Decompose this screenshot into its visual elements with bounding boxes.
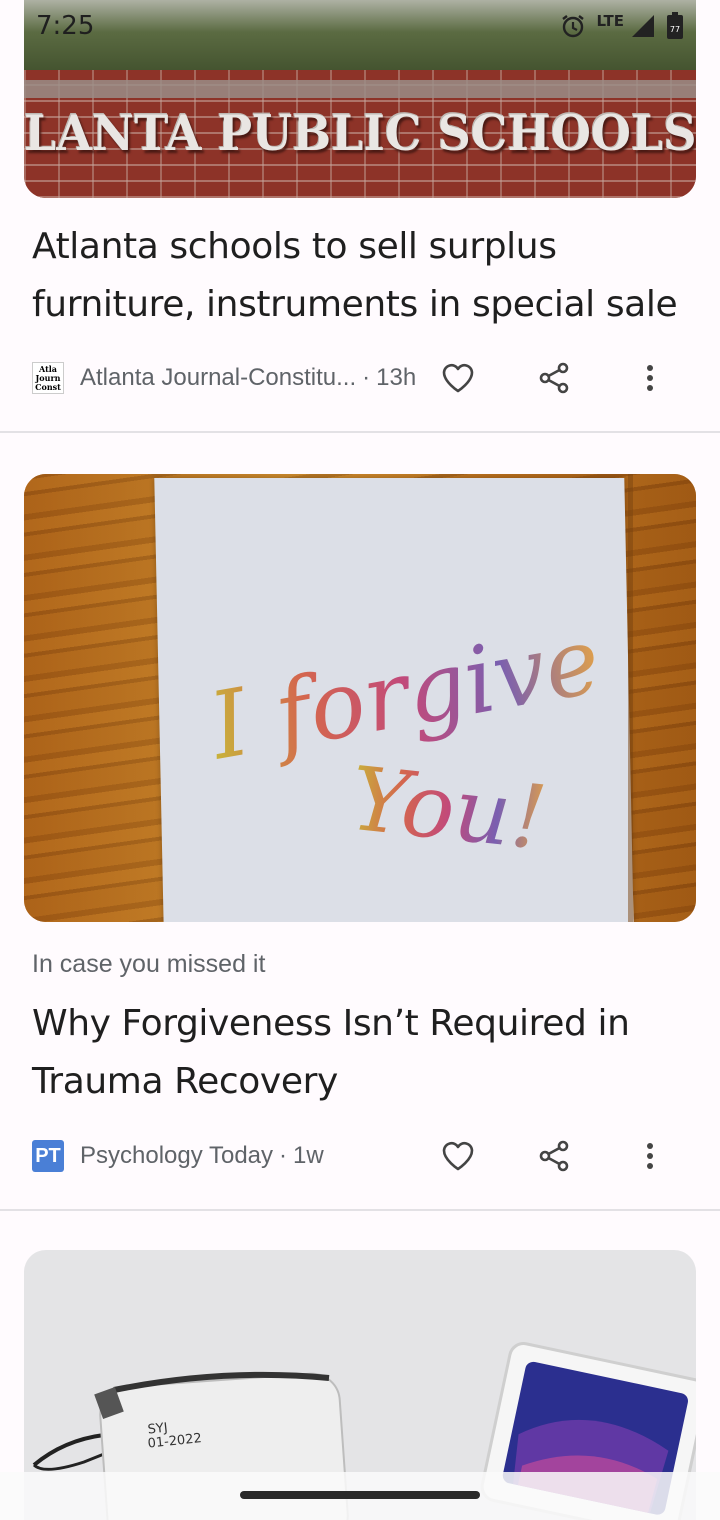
paper-shadow [628,474,633,922]
source-name[interactable]: Psychology Today [80,1142,273,1170]
share-icon [539,1140,569,1172]
article-kicker: In case you missed it [32,950,266,978]
network-type: LTE [596,12,624,30]
note-line-2: You! [347,747,550,870]
article-age: 1w [293,1142,324,1169]
status-bar: 7:25 LTE 77 [24,0,696,52]
more-vert-icon [647,365,653,391]
article-image-forgive[interactable]: I forgive You! [24,474,696,922]
share-icon [539,362,569,394]
ajc-logo: Atla Journ Const [32,362,64,394]
article-headline[interactable]: Why Forgiveness Isn’t Required in Trauma… [32,995,692,1111]
note-paper: I forgive You! [154,478,634,922]
signal-icon [630,13,656,39]
psychology-today-logo: PT [32,1140,64,1172]
news-feed-screen: LANTA PUBLIC SCHOOLS 7:25 LTE 77 Atlanta… [0,0,720,1520]
meta-separator: · [362,364,371,391]
share-button[interactable] [534,358,574,398]
article-meta-row: Atla Journ Const Atlanta Journal-Constit… [32,358,688,398]
heart-icon [442,363,474,393]
handwriting: I forgive You! [200,607,609,870]
meta-separator: · [279,1142,288,1169]
status-icons: LTE 77 [560,12,684,40]
more-options-button[interactable] [630,1136,670,1176]
stone-ledge [24,80,696,98]
card-divider [0,1209,720,1211]
article-meta-row: PT Psychology Today · 1w [32,1136,688,1176]
heart-icon [442,1141,474,1171]
article-headline[interactable]: Atlanta schools to sell surplus furnitur… [32,218,692,334]
like-button[interactable] [438,1136,478,1176]
status-time: 7:25 [36,11,95,41]
pt-logo-text: PT [35,1144,61,1167]
more-options-button[interactable] [630,358,670,398]
sign-lettering: LANTA PUBLIC SCHOOLS [24,104,696,162]
alarm-icon [560,13,586,39]
source-name[interactable]: Atlanta Journal-Constitu... [80,364,356,392]
gesture-nav-bar [0,1472,720,1520]
article-age: 13h [376,364,417,391]
more-vert-icon [647,1143,653,1169]
home-handle[interactable] [240,1491,480,1499]
card-divider [0,431,720,433]
share-button[interactable] [534,1136,574,1176]
battery-icon: 77 [666,12,684,40]
ajc-logo-text: Atla Journ Const [35,363,61,392]
like-button[interactable] [438,358,478,398]
battery-level: 77 [670,25,680,34]
